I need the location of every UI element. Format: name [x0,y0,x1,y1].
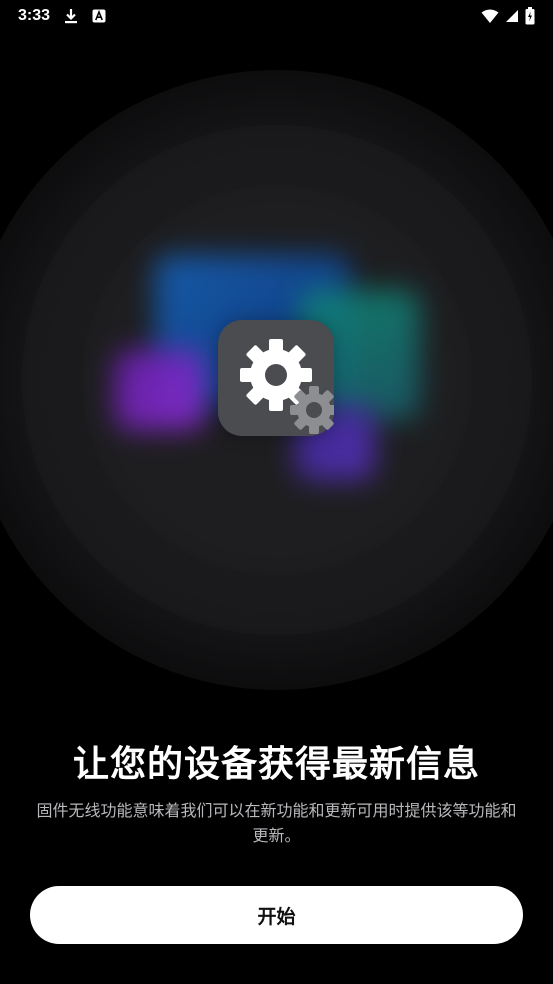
signal-icon [505,9,519,23]
page-title: 让您的设备获得最新信息 [72,744,480,785]
status-time: 3:33 [18,7,51,24]
battery-charging-icon [525,7,535,25]
onboarding-screen: 3:33 让您的设备获得最新信息 固件无线功能意味着我们可以在新功能和更新可用时… [0,0,553,984]
blurred-card-purple [115,350,205,430]
status-right [481,7,535,25]
wifi-icon [481,9,499,24]
start-button[interactable]: 开始 [30,886,523,944]
settings-app-tile [218,318,338,438]
status-bar: 3:33 [0,0,553,32]
page-description: 固件无线功能意味着我们可以在新功能和更新可用时提供该等功能和更新。 [36,801,517,845]
hero-illustration [0,60,553,700]
font-a-icon [92,9,106,23]
settings-gear-icon [218,318,338,438]
status-left: 3:33 [18,7,106,25]
download-icon [64,8,78,24]
